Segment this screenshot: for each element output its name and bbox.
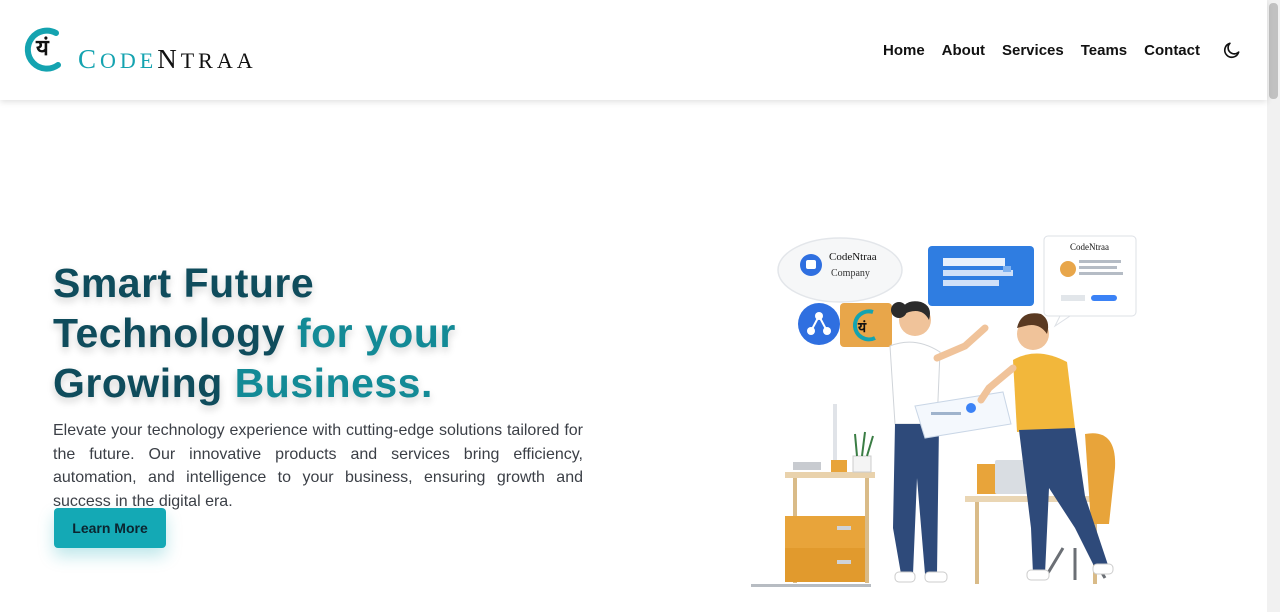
svg-text:Company: Company <box>831 268 870 279</box>
network-icon <box>798 303 840 345</box>
brand-wordmark: CODENTRAA <box>78 43 257 74</box>
hero-title: Smart Future Technology for your Growing… <box>53 260 456 406</box>
logo-mark-icon: यं <box>22 25 68 75</box>
learn-more-button[interactable]: Learn More <box>54 508 166 548</box>
left-desk <box>751 404 875 587</box>
svg-text:यं: यं <box>857 320 867 336</box>
page-scrollbar[interactable] <box>1267 0 1280 612</box>
site-header: यं CODENTRAA Home About Services Teams C… <box>0 0 1267 100</box>
nav-teams[interactable]: Teams <box>1081 42 1127 59</box>
nav-home[interactable]: Home <box>883 42 925 59</box>
svg-text:CodeNtraa: CodeNtraa <box>829 251 877 263</box>
profile-card: CodeNtraa <box>1043 235 1137 328</box>
dashboard-panel <box>928 246 1034 306</box>
logo-badge-icon: यं <box>840 303 892 347</box>
nav-services[interactable]: Services <box>1002 42 1064 59</box>
scrollbar-thumb[interactable] <box>1269 3 1278 99</box>
nav-contact[interactable]: Contact <box>1144 42 1200 59</box>
brand-logo[interactable]: यं CODENTRAA <box>22 25 257 75</box>
svg-text:यं: यं <box>35 36 50 61</box>
woman-figure <box>889 301 989 583</box>
moon-icon[interactable] <box>1221 39 1243 61</box>
main-nav: Home About Services Teams Contact <box>883 39 1243 61</box>
svg-text:CodeNtraa: CodeNtraa <box>1070 242 1109 252</box>
hero-illustration: CodeNtraa Company CodeNtraa यं <box>745 228 1145 593</box>
hero-description: Elevate your technology experience with … <box>53 422 583 510</box>
company-bubble: CodeNtraa Company <box>777 237 903 303</box>
nav-about[interactable]: About <box>942 42 985 59</box>
